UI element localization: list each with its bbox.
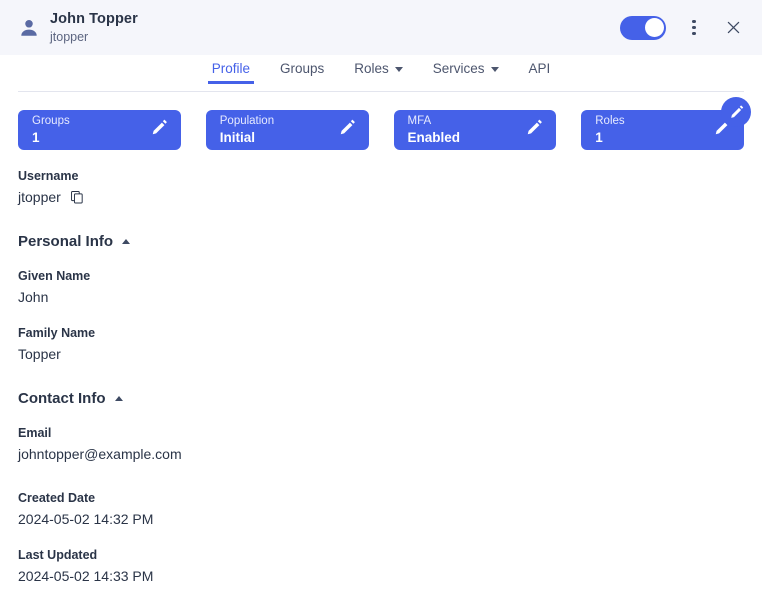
tab-label: Roles — [354, 61, 389, 76]
profile-content: Groups 1 Population Initial MFA Enabled … — [0, 92, 762, 586]
card-label: MFA — [407, 115, 432, 127]
tab-bar: Profile Groups Roles Services API — [0, 55, 762, 92]
section-header-contact-info[interactable]: Contact Info — [18, 390, 744, 407]
card-label: Roles — [595, 115, 625, 127]
field-username: Username jtopper — [18, 168, 744, 207]
section-title: Contact Info — [18, 390, 106, 407]
field-value: jtopper — [18, 189, 61, 205]
pencil-icon[interactable] — [337, 118, 357, 143]
card-groups[interactable]: Groups 1 — [18, 110, 181, 150]
summary-cards: Groups 1 Population Initial MFA Enabled … — [18, 110, 744, 150]
kebab-dot — [692, 19, 696, 23]
field-email: Email johntopper@example.com — [18, 425, 744, 464]
user-header: John Topper jtopper — [0, 0, 762, 55]
card-label: Population — [219, 115, 275, 127]
card-text: Roles 1 — [595, 115, 625, 145]
tab-label: API — [528, 61, 551, 76]
card-text: Groups 1 — [32, 115, 70, 145]
user-full-name: John Topper — [50, 10, 138, 27]
tab-groups[interactable]: Groups — [276, 61, 328, 84]
tab-label: Services — [432, 61, 485, 76]
kebab-dot — [692, 25, 696, 30]
card-roles[interactable]: Roles 1 — [581, 110, 744, 150]
field-created-date: Created Date 2024-05-02 14:32 PM — [18, 490, 744, 529]
field-label: Given Name — [18, 269, 91, 283]
card-text: MFA Enabled — [407, 115, 461, 145]
pencil-icon[interactable] — [149, 118, 169, 143]
tab-services[interactable]: Services — [429, 61, 503, 84]
field-label: Created Date — [18, 491, 96, 505]
header-actions — [620, 15, 744, 40]
card-population[interactable]: Population Initial — [205, 110, 369, 150]
chevron-up-icon[interactable] — [114, 396, 123, 401]
field-value: John — [18, 289, 49, 305]
edit-profile-button[interactable] — [721, 97, 751, 127]
tab-api[interactable]: API — [525, 61, 555, 84]
field-value: johntopper@example.com — [18, 446, 182, 462]
field-label: Email — [18, 426, 52, 440]
card-value: Initial — [219, 129, 256, 145]
kebab-dot — [692, 32, 696, 36]
field-label: Family Name — [18, 326, 96, 340]
tab-profile[interactable]: Profile — [207, 61, 255, 84]
toggle-knob — [644, 18, 664, 37]
tab-label: Profile — [211, 61, 250, 76]
field-given-name: Given Name John — [18, 268, 744, 307]
tab-roles[interactable]: Roles — [350, 61, 407, 84]
user-avatar-icon — [14, 13, 44, 43]
field-value: Topper — [18, 346, 61, 362]
user-identity: John Topper jtopper — [50, 10, 620, 46]
copy-icon[interactable] — [70, 190, 84, 204]
section-title: Personal Info — [18, 233, 114, 250]
card-value: Enabled — [407, 129, 461, 145]
pencil-icon[interactable] — [524, 118, 544, 143]
field-last-updated: Last Updated 2024-05-02 14:33 PM — [18, 547, 744, 586]
user-username: jtopper — [50, 29, 89, 44]
field-label: Last Updated — [18, 548, 98, 562]
card-label: Groups — [32, 115, 70, 127]
card-text: Population Initial — [219, 115, 275, 145]
tab-label: Groups — [279, 61, 325, 76]
kebab-menu-icon[interactable] — [684, 17, 704, 39]
card-value: 1 — [595, 129, 603, 145]
field-value: 2024-05-02 14:32 PM — [18, 511, 154, 527]
section-header-personal-info[interactable]: Personal Info — [18, 233, 744, 250]
field-label: Username — [18, 169, 79, 183]
user-enabled-toggle[interactable] — [620, 15, 666, 40]
card-mfa[interactable]: MFA Enabled — [393, 110, 557, 150]
field-value: 2024-05-02 14:33 PM — [18, 568, 154, 584]
card-value: 1 — [32, 129, 40, 145]
close-icon[interactable] — [722, 17, 744, 39]
field-value-row: jtopper — [18, 187, 744, 207]
chevron-down-icon — [490, 67, 499, 72]
field-family-name: Family Name Topper — [18, 325, 744, 364]
chevron-up-icon[interactable] — [122, 239, 131, 244]
chevron-down-icon — [394, 67, 403, 72]
